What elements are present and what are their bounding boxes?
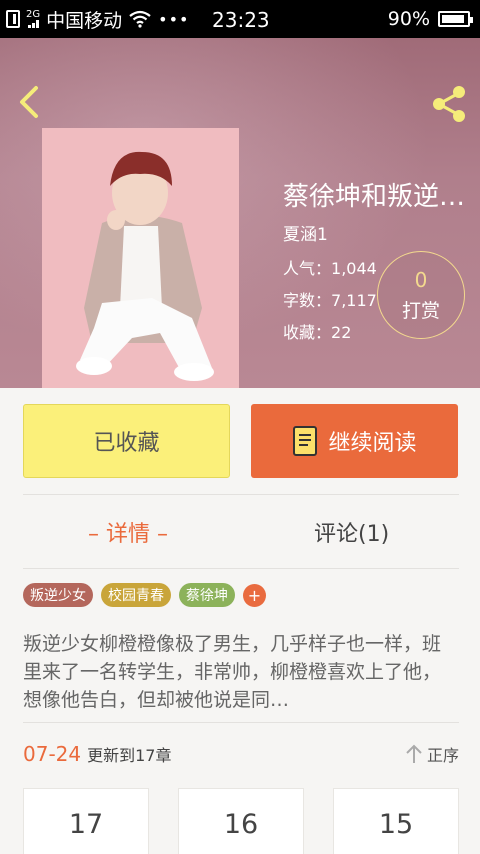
share-icon[interactable] — [428, 82, 472, 126]
sort-label: 正序 — [426, 746, 459, 765]
chapter-button[interactable]: 16 — [178, 788, 304, 854]
divider — [23, 568, 459, 569]
popularity-stat: 人气：1,044 — [283, 255, 377, 279]
divider — [23, 722, 459, 723]
favorites-value: 22 — [331, 323, 352, 342]
favorites-label: 收藏： — [283, 323, 332, 342]
book-header: 蔡徐坤和叛逆… 夏涵1 人气：1,044 字数：7,117 收藏：22 0 打赏 — [0, 38, 480, 388]
tag-item[interactable]: 校园青春 — [101, 583, 171, 607]
tip-count: 0 — [414, 267, 428, 292]
book-cover-image[interactable] — [42, 128, 239, 388]
book-title: 蔡徐坤和叛逆… — [283, 182, 466, 212]
wifi-icon — [129, 10, 151, 28]
tip-label: 打赏 — [401, 299, 440, 322]
favorites-stat: 收藏：22 — [283, 319, 351, 343]
update-text: 更新到17章 — [87, 746, 172, 765]
tag-item[interactable]: 蔡徐坤 — [179, 583, 235, 607]
book-description[interactable]: 叛逆少女柳橙橙像极了男生，几乎样子也一样，班里来了一名转学生，非常帅，柳橙橙喜欢… — [23, 630, 459, 714]
collected-label: 已收藏 — [93, 431, 160, 456]
signal-icon: 2G — [26, 10, 40, 28]
continue-reading-label: 继续阅读 — [328, 431, 417, 456]
cover-illustration — [42, 128, 239, 388]
back-icon[interactable] — [10, 82, 50, 122]
word-count-stat: 字数：7,117 — [283, 287, 377, 311]
clock: 23:23 — [212, 8, 270, 32]
continue-reading-button[interactable]: 继续阅读 — [251, 404, 458, 478]
popularity-value: 1,044 — [331, 259, 377, 278]
status-bar: 2G 中国移动 ••• 23:23 90% — [0, 0, 480, 38]
chapter-button[interactable]: 15 — [333, 788, 459, 854]
sim-icon — [6, 10, 20, 28]
battery-fill — [442, 15, 464, 23]
words-label: 字数： — [283, 291, 332, 310]
battery-percent: 90% — [387, 8, 430, 30]
arrow-up-icon — [406, 744, 422, 763]
carrier-name: 中国移动 — [46, 9, 123, 32]
tab-details[interactable]: – 详情 – — [88, 512, 168, 552]
chapter-button[interactable]: 17 — [23, 788, 149, 854]
tag-list: 叛逆少女 校园青春 蔡徐坤 + — [23, 583, 266, 607]
update-info: 07-24 更新到17章 正序 — [23, 740, 459, 768]
sort-toggle[interactable]: 正序 — [405, 742, 459, 766]
add-tag-button[interactable]: + — [243, 583, 266, 607]
popularity-label: 人气： — [283, 259, 332, 278]
battery-icon — [438, 11, 473, 27]
divider — [23, 494, 459, 495]
tab-comments[interactable]: 评论(1) — [314, 512, 389, 552]
notification-dots: ••• — [158, 9, 190, 29]
book-icon — [293, 426, 318, 456]
collected-button[interactable]: 已收藏 — [23, 404, 230, 478]
words-value: 7,117 — [331, 291, 377, 310]
chapter-grid: 17 16 15 — [23, 788, 459, 854]
author-name[interactable]: 夏涵1 — [283, 220, 328, 245]
tip-button[interactable]: 0 打赏 — [377, 251, 465, 339]
tag-item[interactable]: 叛逆少女 — [23, 583, 93, 607]
update-date: 07-24 — [23, 742, 82, 766]
network-type: 2G — [26, 9, 41, 20]
